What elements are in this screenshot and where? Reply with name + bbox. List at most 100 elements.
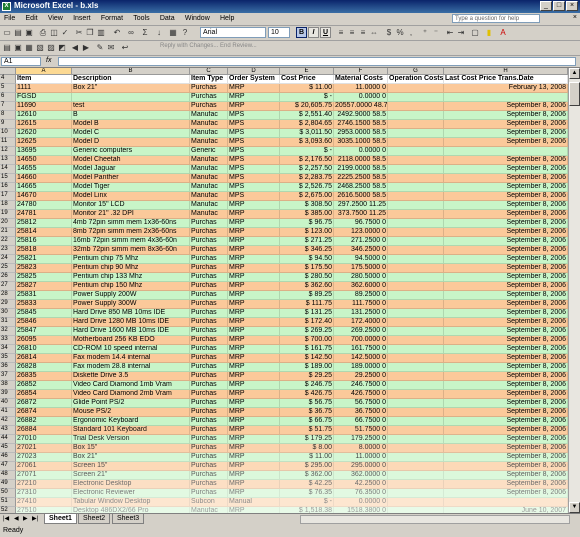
cell-e[interactable]: $ 11.00 [280, 453, 334, 462]
cell-b[interactable]: Mouse PS/2 [72, 408, 190, 417]
decrease-decimal-icon[interactable]: ⁻ [431, 28, 441, 38]
cell-f[interactable]: 29.2500 0 [334, 372, 388, 381]
cell-e[interactable]: $ 308.50 [280, 201, 334, 210]
cut-icon[interactable]: ✂ [74, 28, 84, 38]
comma-icon[interactable]: , [406, 28, 416, 38]
cell-b[interactable]: Power Supply 200W [72, 291, 190, 300]
cell-f[interactable]: 0.0000 0 [334, 147, 388, 156]
cell-c[interactable]: Purchas [190, 435, 228, 444]
row-header[interactable]: 45 [0, 444, 16, 453]
column-header-g[interactable]: G [388, 68, 444, 75]
cell-d[interactable]: MRP [228, 237, 280, 246]
cell-a[interactable]: 14670 [16, 192, 72, 201]
cell-f[interactable]: 362.6000 0 [334, 282, 388, 291]
row-header[interactable]: 20 [0, 219, 16, 228]
row-header[interactable]: 25 [0, 264, 16, 273]
cell-h[interactable]: September 8, 2006 [444, 174, 568, 183]
cell-c[interactable]: Purchas [190, 363, 228, 372]
cell-g[interactable] [388, 372, 444, 381]
cell-c[interactable]: Manufac [190, 156, 228, 165]
reply-icon[interactable]: ↩ [120, 43, 130, 53]
cell-d[interactable]: MRP [228, 255, 280, 264]
cell-b[interactable]: Hard Drive 850 MB 10ms IDE [72, 309, 190, 318]
cell-f[interactable]: 346.2500 0 [334, 246, 388, 255]
cell-f[interactable]: 2468.2500 58.5 [334, 183, 388, 192]
cell-c[interactable]: Purchas [190, 219, 228, 228]
print-icon[interactable]: ⎙ [38, 28, 48, 38]
column-header-d[interactable]: D [228, 68, 280, 75]
cell-c[interactable]: Manufac [190, 183, 228, 192]
cell-b[interactable]: Video Card Diamond 1mb Vram [72, 381, 190, 390]
cell-b[interactable]: Monitor 21" .32 DPI [72, 210, 190, 219]
cell-b[interactable]: Standard 101 Keyboard [72, 426, 190, 435]
cell-c[interactable]: Manufac [190, 201, 228, 210]
tab-sheet2[interactable]: Sheet2 [78, 514, 111, 524]
cell-f[interactable]: 56.7500 0 [334, 399, 388, 408]
cell-f[interactable]: 161.7500 0 [334, 345, 388, 354]
cell-g[interactable] [388, 444, 444, 453]
cell-b[interactable]: Pentium chip 150 Mhz [72, 282, 190, 291]
row-header[interactable]: 19 [0, 210, 16, 219]
cell-a[interactable]: 25827 [16, 282, 72, 291]
cell-f[interactable]: 362.0000 0 [334, 471, 388, 480]
cell-f[interactable]: 11.0000 0 [334, 84, 388, 93]
minimize-button[interactable]: _ [540, 1, 552, 11]
cell-d[interactable]: MRP [228, 480, 280, 489]
cell-g[interactable] [388, 462, 444, 471]
cell-a[interactable]: 1111 [16, 84, 72, 93]
increase-indent-icon[interactable]: ⇥ [456, 28, 466, 38]
row-header[interactable]: 51 [0, 498, 16, 507]
cell-e[interactable]: $ 269.25 [280, 327, 334, 336]
cell-h[interactable]: September 8, 2006 [444, 480, 568, 489]
cell-a[interactable]: 11690 [16, 102, 72, 111]
cell-h[interactable]: September 8, 2006 [444, 381, 568, 390]
cell-d[interactable]: MRP [228, 363, 280, 372]
cell-c[interactable]: Purchas [190, 336, 228, 345]
cell-b[interactable]: Model B [72, 120, 190, 129]
cell-f[interactable]: 131.2500 0 [334, 309, 388, 318]
cell-a[interactable]: 14650 [16, 156, 72, 165]
row-header[interactable]: 39 [0, 390, 16, 399]
cell-h[interactable]: September 8, 2006 [444, 408, 568, 417]
cell-d[interactable]: MRP [228, 93, 280, 102]
cell-d[interactable]: MRP [228, 453, 280, 462]
cell-a[interactable]: 27210 [16, 480, 72, 489]
cell-h[interactable]: September 8, 2006 [444, 471, 568, 480]
cell-h[interactable]: September 8, 2006 [444, 345, 568, 354]
row-header[interactable]: 27 [0, 282, 16, 291]
cell-g[interactable] [388, 147, 444, 156]
cell-g[interactable] [388, 84, 444, 93]
cell-h[interactable]: September 8, 2006 [444, 318, 568, 327]
row-header[interactable]: 37 [0, 372, 16, 381]
bold-button[interactable]: B [296, 27, 307, 38]
spreadsheet-grid[interactable]: A B C D E F G H 4 Item Description Item Type Order S… [0, 68, 568, 513]
send-mail-icon[interactable]: ✉ [106, 43, 116, 53]
cell-a[interactable]: 27410 [16, 498, 72, 507]
cell-d[interactable]: MRP [228, 390, 280, 399]
cell-g[interactable] [388, 453, 444, 462]
cell-g[interactable] [388, 129, 444, 138]
chart-wizard-icon[interactable]: ▦ [168, 28, 178, 38]
cell-e[interactable]: Cost Price [280, 75, 334, 84]
column-header-c[interactable]: C [190, 68, 228, 75]
cell-e[interactable]: $ 94.50 [280, 255, 334, 264]
cell-d[interactable]: MRP [228, 417, 280, 426]
cell-c[interactable]: Purchas [190, 255, 228, 264]
spelling-icon[interactable]: ✓ [60, 28, 70, 38]
cell-a[interactable]: 26095 [16, 336, 72, 345]
close-workbook-icon[interactable]: × [573, 14, 577, 21]
cell-e[interactable]: $ 246.75 [280, 381, 334, 390]
font-size-select[interactable]: 10 [268, 27, 290, 38]
row-header[interactable]: 10 [0, 129, 16, 138]
cell-c[interactable]: Purchas [190, 282, 228, 291]
row-header[interactable]: 4 [0, 75, 16, 84]
cell-h[interactable]: September 8, 2006 [444, 444, 568, 453]
cell-e[interactable]: $ 189.00 [280, 363, 334, 372]
cell-h[interactable]: September 8, 2006 [444, 282, 568, 291]
cell-d[interactable]: MRP [228, 291, 280, 300]
cell-e[interactable]: $ 36.75 [280, 408, 334, 417]
cell-a[interactable]: 26882 [16, 417, 72, 426]
row-header[interactable]: 6 [0, 93, 16, 102]
row-header[interactable]: 48 [0, 471, 16, 480]
cell-e[interactable]: $ 179.25 [280, 435, 334, 444]
